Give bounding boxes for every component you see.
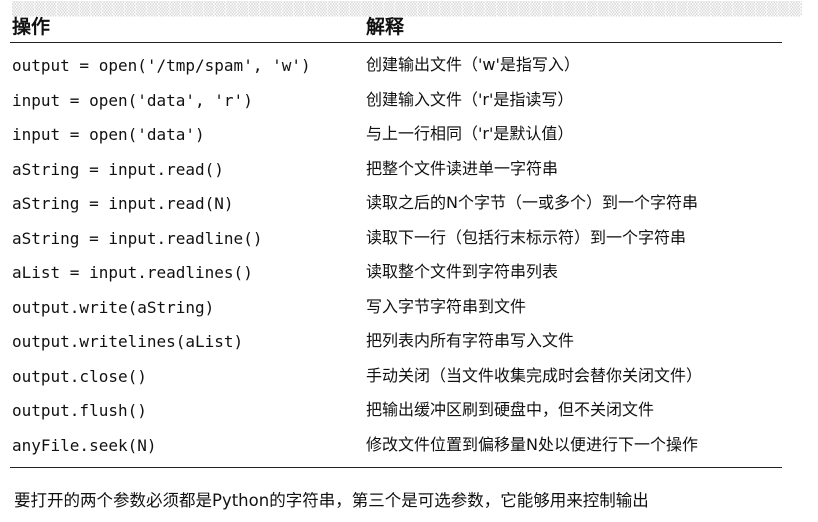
table-row: output.flush() 把输出缓冲区刷到硬盘中，但不关闭文件 [0,396,818,431]
operation-cell: input = open('data') [12,125,205,144]
description-cell: 修改文件位置到偏移量N处以便进行下一个操作 [366,434,698,454]
description-cell: 把输出缓冲区刷到硬盘中，但不关闭文件 [366,400,655,419]
description-cell: 创建输出文件（'w'是指写入） [366,55,580,74]
table-body: output = open('/tmp/spam', 'w') 创建输出文件（'… [0,51,818,465]
document-page: ▒▒▒▒▒▒▒▒▒▒▒▒▒▒▒▒▒▒▒▒▒▒▒▒▒▒▒▒▒▒▒▒▒▒▒▒▒▒▒▒… [0,0,818,522]
operation-cell: input = open('data', 'r') [12,90,253,110]
operation-cell: aList = input.readlines() [12,263,253,282]
header-divider [10,42,782,43]
operation-cell: output = open('/tmp/spam', 'w') [12,56,311,75]
bleed-through-text: ▒▒▒▒▒▒▒▒▒▒▒▒▒▒▒▒▒▒▒▒▒▒▒▒▒▒▒▒▒▒▒▒▒▒▒▒▒▒▒▒… [12,1,802,17]
description-cell: 与上一行相同（'r'是默认值） [366,124,574,143]
description-cell: 手动关闭（当文件收集完成时会替你关闭文件） [366,365,703,385]
description-cell: 读取下一行（包括行末标示符）到一个字符串 [366,227,687,247]
description-cell: 写入字节字符串到文件 [366,296,527,316]
operation-cell: anyFile.seek(N) [12,435,157,455]
column-header-description: 解释 [366,16,405,38]
table-row: output.write(aString) 写入字节字符串到文件 [0,293,818,328]
operation-cell: aString = input.readline() [12,228,263,248]
table-row: aString = input.readline() 读取下一行（包括行末标示符… [0,224,818,259]
operation-cell: output.flush() [12,401,147,420]
description-cell: 创建输入文件（'r'是指读写） [366,89,574,109]
operation-cell: aString = input.read(N) [12,194,234,213]
operation-cell: aString = input.read() [12,159,224,179]
operation-cell: output.close() [12,366,147,386]
body-paragraph: 要打开的两个参数必须都是Python的字符串，第三个是可选参数，它能够用来控制输… [14,491,649,510]
table-bottom-divider [10,467,782,468]
table-row: output = open('/tmp/spam', 'w') 创建输出文件（'… [0,51,818,86]
description-cell: 把整个文件读进单一字符串 [366,158,559,178]
table-row: input = open('data') 与上一行相同（'r'是默认值） [0,120,818,155]
table-row: anyFile.seek(N) 修改文件位置到偏移量N处以便进行下一个操作 [0,431,818,466]
operation-cell: output.writelines(aList) [12,332,244,351]
table-row: output.writelines(aList) 把列表内所有字符串写入文件 [0,327,818,362]
table-row: output.close() 手动关闭（当文件收集完成时会替你关闭文件） [0,362,818,397]
description-cell: 读取整个文件到字符串列表 [366,262,559,281]
table-row: aString = input.read(N) 读取之后的N个字节（一或多个）到… [0,189,818,224]
description-cell: 读取之后的N个字节（一或多个）到一个字符串 [366,193,698,212]
operation-cell: output.write(aString) [12,297,215,317]
description-cell: 把列表内所有字符串写入文件 [366,331,575,350]
column-header-operation: 操作 [12,16,51,38]
table-row: aString = input.read() 把整个文件读进单一字符串 [0,155,818,190]
table-row: input = open('data', 'r') 创建输入文件（'r'是指读写… [0,86,818,121]
table-row: aList = input.readlines() 读取整个文件到字符串列表 [0,258,818,293]
